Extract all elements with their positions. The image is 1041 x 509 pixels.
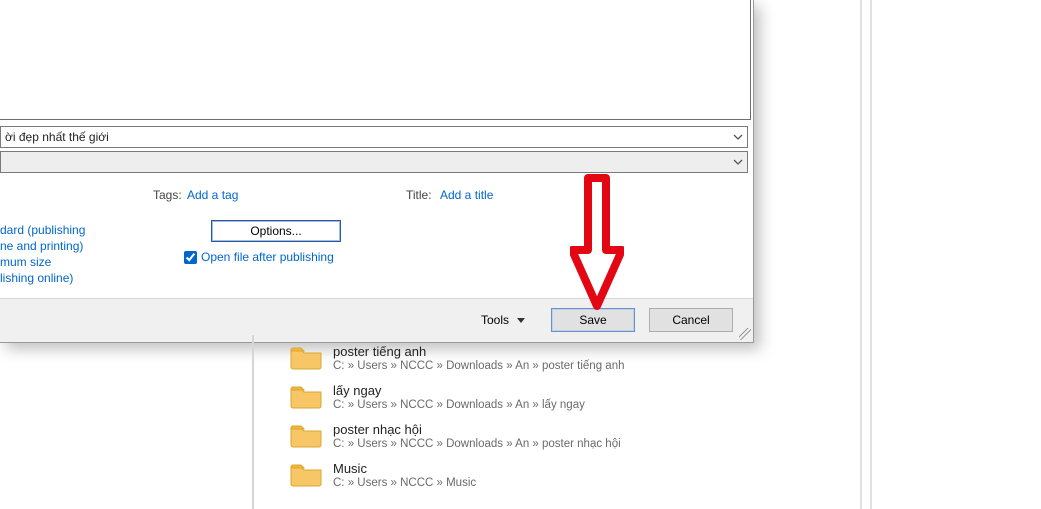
- filename-filetype-fields: ời đẹp nhất thế giới: [0, 126, 748, 173]
- folder-path: C: » Users » NCCC » Downloads » An » pos…: [333, 360, 624, 372]
- folder-path: C: » Users » NCCC » Downloads » An » lấy…: [333, 399, 585, 411]
- folder-name: poster nhạc hội: [333, 422, 621, 437]
- tags-add-link[interactable]: Add a tag: [187, 188, 238, 202]
- open-after-publishing-input[interactable]: [184, 251, 197, 264]
- chevron-down-icon: [733, 132, 743, 142]
- folder-name: Music: [333, 461, 476, 476]
- options-button[interactable]: Options...: [211, 220, 341, 242]
- list-item[interactable]: lấy ngay C: » Users » NCCC » Downloads »…: [253, 380, 861, 419]
- optimize-radio-group-partial[interactable]: dard (publishing ne and printing) mum si…: [0, 222, 85, 286]
- title-label: Title:: [406, 188, 432, 202]
- tools-label: Tools: [481, 313, 509, 327]
- dialog-mid-row: Tags: Add a tag Title: Add a title dard …: [0, 182, 748, 292]
- cancel-button[interactable]: Cancel: [649, 308, 733, 332]
- filename-combo[interactable]: ời đẹp nhất thế giới: [0, 126, 748, 148]
- optimize-line: lishing online): [0, 270, 85, 286]
- filename-value: ời đẹp nhất thế giới: [5, 130, 109, 144]
- chevron-down-icon: [733, 157, 743, 167]
- folder-path: C: » Users » NCCC » Music: [333, 477, 476, 489]
- tools-dropdown[interactable]: Tools: [481, 313, 525, 327]
- panel-divider: [253, 335, 254, 509]
- optimize-line: dard (publishing: [0, 222, 85, 238]
- dialog-preview-frame: [0, 0, 751, 120]
- save-dialog: ời đẹp nhất thế giới Tags: Add a tag Tit…: [0, 0, 754, 343]
- folder-name: lấy ngay: [333, 383, 585, 398]
- caret-down-icon: [517, 318, 525, 323]
- open-after-publishing-checkbox[interactable]: Open file after publishing: [184, 250, 334, 264]
- filetype-combo[interactable]: [0, 151, 748, 173]
- folder-icon: [289, 422, 323, 448]
- folder-path: C: » Users » NCCC » Downloads » An » pos…: [333, 438, 621, 450]
- optimize-line: mum size: [0, 254, 85, 270]
- title-add-link[interactable]: Add a title: [440, 188, 493, 202]
- recent-folders-panel: poster tiếng anh C: » Users » NCCC » Dow…: [252, 335, 861, 509]
- folder-icon: [289, 383, 323, 409]
- optimize-line: ne and printing): [0, 238, 85, 254]
- list-item[interactable]: poster tiếng anh C: » Users » NCCC » Dow…: [253, 341, 861, 380]
- folder-name: poster tiếng anh: [333, 344, 624, 359]
- open-after-label: Open file after publishing: [201, 250, 334, 264]
- folder-icon: [289, 461, 323, 487]
- save-button[interactable]: Save: [551, 308, 635, 332]
- tags-label: Tags:: [153, 188, 182, 202]
- list-item[interactable]: Music C: » Users » NCCC » Music: [253, 458, 861, 497]
- list-item[interactable]: poster nhạc hội C: » Users » NCCC » Down…: [253, 419, 861, 458]
- folder-icon: [289, 344, 323, 370]
